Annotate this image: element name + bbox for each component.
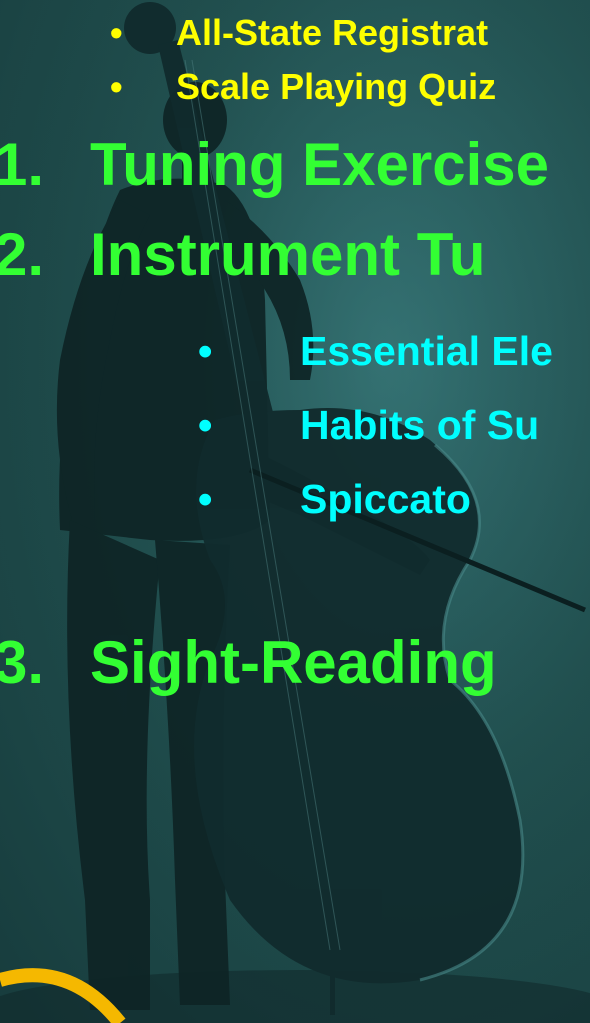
numbered-item-label: Instrument Tu	[90, 221, 486, 288]
slide: • All-State Registrat • Scale Playing Qu…	[0, 0, 590, 1023]
top-bullet-item: Scale Playing Quiz	[176, 66, 497, 107]
top-bullet-item: All-State Registrat	[176, 12, 489, 53]
numbered-item-label: Sight-Reading	[90, 629, 497, 696]
bullet-glyph: •	[198, 402, 213, 448]
bullet-glyph: •	[110, 12, 123, 53]
bullet-glyph: •	[198, 328, 213, 374]
numbered-item-number: 3.	[0, 629, 45, 696]
bullet-glyph: •	[110, 66, 123, 107]
sub-bullet-item: Spiccato	[300, 476, 471, 522]
numbered-item-number: 2.	[0, 221, 45, 288]
sub-bullet-item: Essential Ele	[300, 328, 553, 374]
bullet-glyph: •	[198, 476, 213, 522]
numbered-item-label: Tuning Exercise	[90, 131, 550, 198]
numbered-item-number: 1.	[0, 131, 45, 198]
sub-bullet-item: Habits of Su	[300, 402, 540, 448]
